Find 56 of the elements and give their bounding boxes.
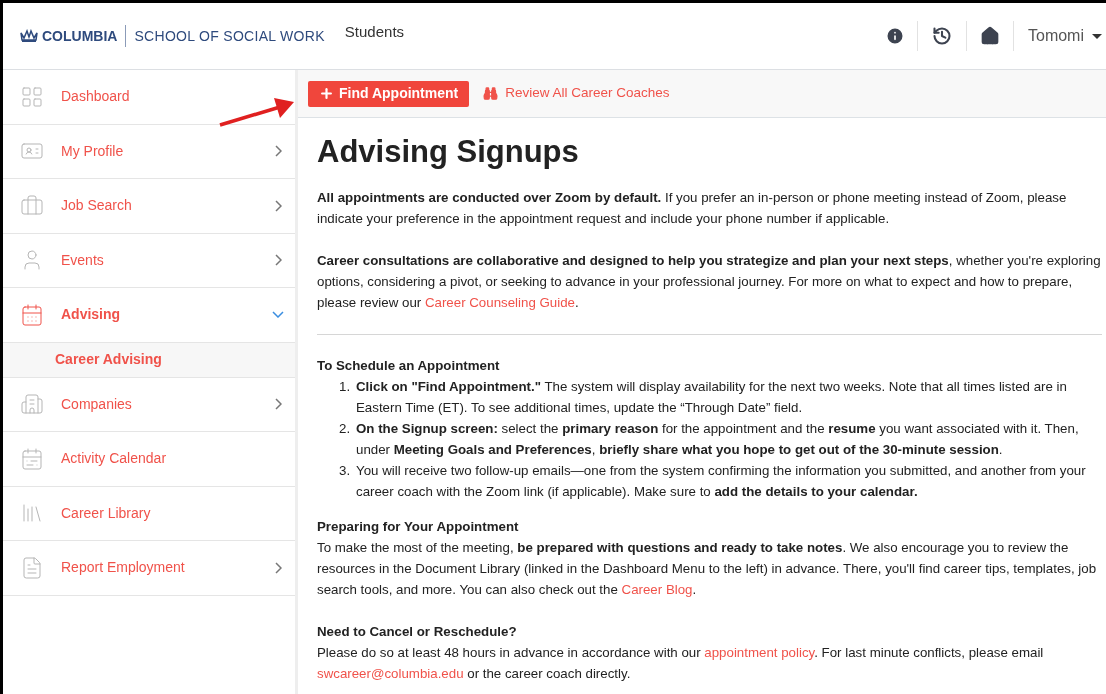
text-link[interactable]: Career Counseling Guide — [424, 295, 575, 310]
list-item-text: On the Signup screen: select the primary reason for the appointment and the resume you want associated with it. Then, under Meeting Goals and Preferences, briefly share what you hope to get out of the 30-minute session. — [356, 420, 1080, 459]
school-name: SCHOOL OF SOCIAL WORK — [134, 26, 325, 46]
briefcase-icon — [19, 193, 44, 218]
user-menu[interactable]: Tomomi — [1014, 24, 1102, 48]
sidebar-label: My Profile — [61, 141, 124, 161]
sidebar-item[interactable]: Activity Calendar — [3, 432, 295, 487]
list-number: 1. — [339, 378, 352, 396]
section-heading: Preparing for Your Appointment — [317, 518, 520, 536]
submenu-item[interactable]: Career Advising — [3, 342, 295, 378]
sidebar-label: Activity Calendar — [61, 449, 167, 469]
binoculars-icon — [483, 86, 499, 101]
section-heading: Need to Cancel or Reschedule? — [317, 623, 518, 641]
section-title: Students — [344, 21, 405, 42]
sidebar-label: Advising — [61, 305, 121, 325]
sidebar-item[interactable]: Advising — [3, 288, 295, 343]
sidebar-item[interactable]: Job Search — [3, 179, 295, 234]
text-link[interactable]: Career Blog — [621, 582, 693, 597]
paragraph: Please do so at least 48 hours in advance in accordance with our appointment policy. For last minute conflicts, please email swcareer@columbia.edu or the career coach directly. — [317, 644, 1045, 683]
paragraph: All appointments are conducted over Zoom by default. If you prefer an in-person or phone meeting instead of Zoom, please indicate your preference in the appointment request and include your phone number if applicable. — [317, 189, 1068, 228]
calendar-icon — [19, 302, 44, 327]
sidebar-label: Events — [61, 250, 104, 270]
paragraph: Career consultations are collaborative and designed to help you strategize and plan your next steps, whether you're exploring options, considering a pivot, or seeking to advance in your professional journey. For more on what to expect and how to prepare, please review our Career Counseling Guide. — [317, 252, 1102, 312]
chevron-right-icon — [275, 398, 282, 411]
brand-name: COLUMBIA — [42, 26, 118, 46]
plus-icon — [319, 86, 334, 101]
sidebar-item[interactable]: Career Library — [3, 486, 295, 541]
caret-icon — [1092, 33, 1102, 39]
find-appointment-button[interactable]: Find Appointment — [308, 80, 470, 107]
review-coaches-link[interactable]: Review All Career Coaches — [483, 83, 670, 104]
chevron-right-icon — [275, 199, 282, 212]
text-link[interactable]: swcareer@columbia.edu — [317, 666, 464, 681]
list-number: 3. — [339, 462, 352, 480]
sidebar-item[interactable]: Companies — [3, 377, 295, 432]
sidebar-item[interactable]: Events — [3, 233, 295, 288]
sidebar-label: Companies — [61, 394, 132, 414]
sidebar-label: Career Library — [61, 503, 151, 523]
paragraph: To make the most of the meeting, be prepared with questions and ready to take notes. We also encourage you to review the resources in the Document Library (linked in the Dashboard Menu to the left) in advance. There, you'll find career tips, templates, job search tools, and more. You can also check out the Career Blog. — [317, 539, 1098, 599]
list-item-text: You will receive two follow-up emails—one from the system confirming the information you submitted, and another from your career coach with the Zoom link (if applicable). Make sure to add the details to your calendar. — [356, 462, 1087, 501]
chevron-down-icon — [272, 311, 284, 319]
chevron-right-icon — [275, 254, 282, 267]
sidebar-label: Report Employment — [61, 558, 185, 578]
section-heading: To Schedule an Appointment — [317, 357, 501, 375]
grid-icon — [19, 84, 44, 109]
page-title: Advising Signups — [317, 133, 580, 171]
sidebar-label: Job Search — [61, 196, 132, 216]
sidebar-label: Dashboard — [61, 87, 130, 107]
building-icon — [19, 392, 44, 417]
chevron-right-icon — [275, 145, 282, 158]
list-number: 2. — [339, 420, 352, 438]
calendar-icon — [19, 446, 44, 471]
sidebar-item[interactable]: My Profile — [3, 124, 295, 179]
chevron-right-icon — [275, 561, 282, 574]
crown-logo-icon — [19, 29, 39, 43]
list-item-text: Click on "Find Appointment." The system will display availability for the next two weeks. Note that all times listed are in Eastern Time (ET). To see additional times, update the “Through Date” field. — [356, 378, 1068, 417]
sidebar-item[interactable]: Report Employment — [3, 541, 295, 596]
